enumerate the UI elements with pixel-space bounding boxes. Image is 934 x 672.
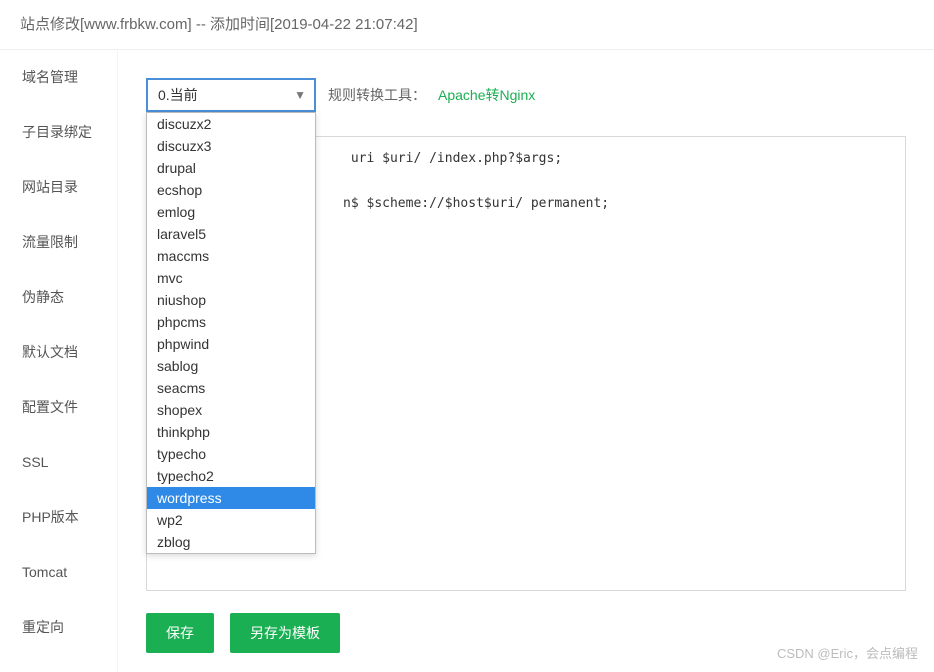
dropdown-option-laravel5[interactable]: laravel5 [147,223,315,245]
sidebar-item-3[interactable]: 流量限制 [0,215,117,270]
dropdown-option-discuzx2[interactable]: discuzx2 [147,113,315,135]
dropdown-option-maccms[interactable]: maccms [147,245,315,267]
dropdown-option-emlog[interactable]: emlog [147,201,315,223]
chevron-down-icon: ▼ [294,88,306,102]
dropdown-option-phpcms[interactable]: phpcms [147,311,315,333]
select-value: 0.当前 [158,85,198,105]
page-title: 站点修改[www.frbkw.com] -- 添加时间[2019-04-22 2… [0,0,934,50]
convert-label: 规则转换工具： [328,85,426,105]
dropdown-option-discuzx3[interactable]: discuzx3 [147,135,315,157]
sidebar: 域名管理子目录绑定网站目录流量限制伪静态默认文档配置文件SSLPHP版本Tomc… [0,50,118,672]
watermark: CSDN @Eric，会点编程 [777,643,918,662]
template-select[interactable]: 0.当前 ▼ [146,78,316,112]
sidebar-item-2[interactable]: 网站目录 [0,160,117,215]
dropdown-option-thinkphp[interactable]: thinkphp [147,421,315,443]
save-as-template-button[interactable]: 另存为模板 [230,613,340,653]
dropdown-list[interactable]: discuzx2discuzx3drupalecshopemloglaravel… [147,113,315,553]
sidebar-item-7[interactable]: SSL [0,435,117,490]
sidebar-item-0[interactable]: 域名管理 [0,50,117,105]
dropdown-option-phpwind[interactable]: phpwind [147,333,315,355]
sidebar-item-10[interactable]: 重定向 [0,600,117,655]
sidebar-item-9[interactable]: Tomcat [0,545,117,600]
dropdown-option-wordpress[interactable]: wordpress [147,487,315,509]
dropdown-option-zblog[interactable]: zblog [147,531,315,553]
dropdown-option-ecshop[interactable]: ecshop [147,179,315,201]
dropdown-option-drupal[interactable]: drupal [147,157,315,179]
template-dropdown: discuzx2discuzx3drupalecshopemloglaravel… [146,112,316,554]
dropdown-option-wp2[interactable]: wp2 [147,509,315,531]
sidebar-item-8[interactable]: PHP版本 [0,490,117,545]
apache-to-nginx-link[interactable]: Apache转Nginx [438,85,535,105]
dropdown-option-typecho[interactable]: typecho [147,443,315,465]
dropdown-option-seacms[interactable]: seacms [147,377,315,399]
sidebar-item-5[interactable]: 默认文档 [0,325,117,380]
dropdown-option-shopex[interactable]: shopex [147,399,315,421]
sidebar-item-4[interactable]: 伪静态 [0,270,117,325]
sidebar-item-1[interactable]: 子目录绑定 [0,105,117,160]
dropdown-option-typecho2[interactable]: typecho2 [147,465,315,487]
dropdown-option-mvc[interactable]: mvc [147,267,315,289]
dropdown-option-niushop[interactable]: niushop [147,289,315,311]
main-panel: 0.当前 ▼ discuzx2discuzx3drupalecshopemlog… [118,50,934,672]
dropdown-option-sablog[interactable]: sablog [147,355,315,377]
sidebar-item-6[interactable]: 配置文件 [0,380,117,435]
save-button[interactable]: 保存 [146,613,214,653]
